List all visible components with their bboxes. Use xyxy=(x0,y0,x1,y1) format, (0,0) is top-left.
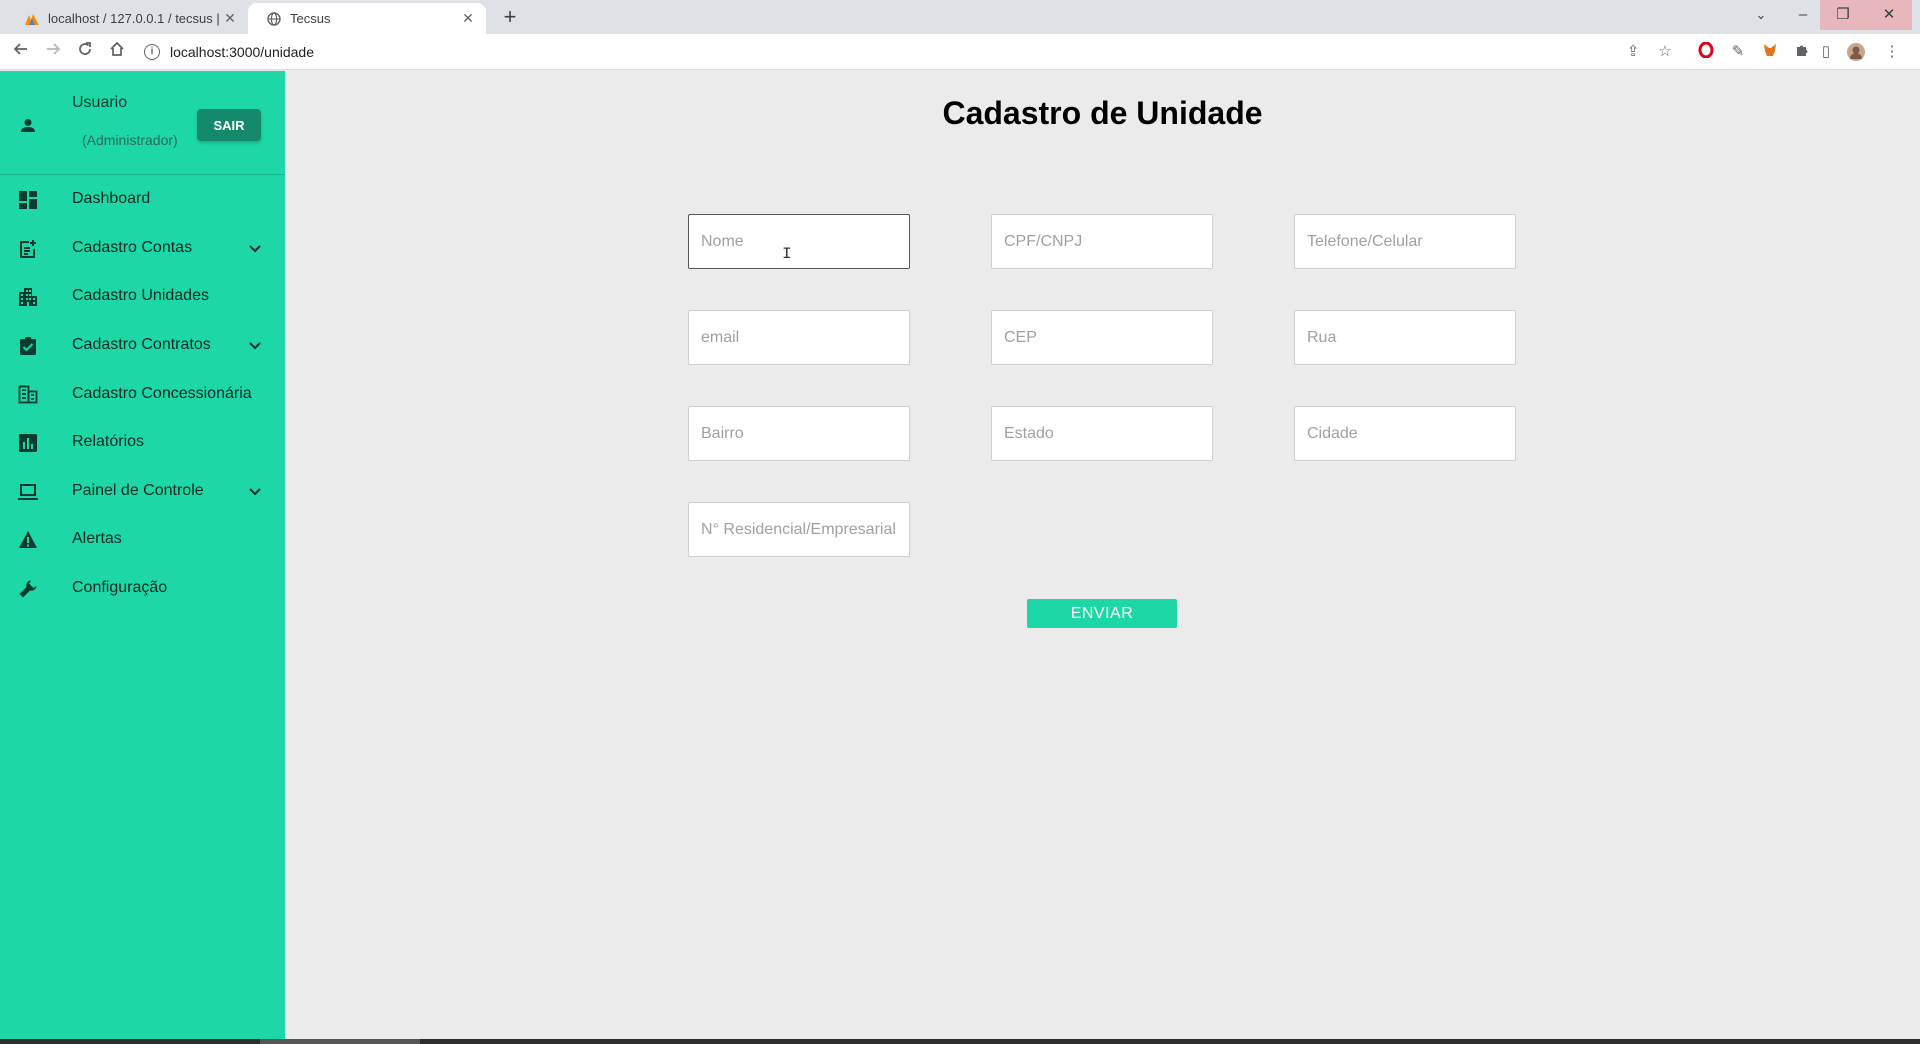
sidebar-item-dashboard[interactable]: Dashboard xyxy=(0,175,285,224)
sidebar-item-label: Configuração xyxy=(72,579,168,597)
cep-field[interactable] xyxy=(991,310,1213,365)
bairro-field[interactable] xyxy=(688,406,910,461)
telefone-field[interactable] xyxy=(1294,214,1516,269)
sidebar-item-label: Alertas xyxy=(72,530,122,548)
nome-field[interactable] xyxy=(688,214,910,269)
close-window-button[interactable]: ✕ xyxy=(1866,0,1912,30)
user-role: (Administrador) xyxy=(82,132,178,148)
estado-field[interactable] xyxy=(991,406,1213,461)
sidebar-menu: Dashboard Cadastro Contas Cadastro Unida… xyxy=(0,175,285,612)
sidebar-item-label: Cadastro Contas xyxy=(72,238,193,256)
tab-title: localhost / 127.0.0.1 / tecsus | phpMyAd… xyxy=(48,11,222,26)
sidebar: Usuario (Administrador) SAIR Dashboard C… xyxy=(0,71,285,1044)
user-panel: Usuario (Administrador) SAIR xyxy=(0,71,285,175)
page-title: Cadastro de Unidade xyxy=(942,95,1263,131)
restore-button[interactable]: ❐ xyxy=(1820,0,1866,30)
close-tab-icon[interactable]: ✕ xyxy=(460,10,476,27)
business-icon xyxy=(17,383,39,405)
site-info-icon[interactable]: i xyxy=(144,44,160,60)
new-tab-button[interactable]: + xyxy=(498,5,522,29)
wrench-icon xyxy=(17,578,39,600)
bar-chart-icon xyxy=(17,432,39,454)
logout-button[interactable]: SAIR xyxy=(197,109,261,141)
bookmark-star-icon[interactable]: ☆ xyxy=(1655,42,1675,62)
dashboard-icon xyxy=(17,189,39,211)
assignment-check-icon xyxy=(17,335,39,357)
apartment-icon xyxy=(17,286,39,308)
tab-search-icon[interactable]: ⌄ xyxy=(1738,0,1784,30)
phpmyadmin-icon xyxy=(24,11,40,27)
warning-icon xyxy=(17,529,39,551)
post-add-icon xyxy=(17,238,39,260)
sidebar-item-label: Relatórios xyxy=(72,433,145,451)
reload-icon[interactable] xyxy=(73,40,97,64)
url-text: localhost:3000/unidade xyxy=(170,44,315,60)
browser-tab-phpmyadmin[interactable]: localhost / 127.0.0.1 / tecsus | phpMyAd… xyxy=(6,3,248,34)
enviar-button[interactable]: ENVIAR xyxy=(1027,599,1177,628)
tab-title: Tecsus xyxy=(290,11,331,26)
chevron-down-icon[interactable] xyxy=(246,482,264,500)
browser-menu-icon[interactable]: ⋮ xyxy=(1882,42,1902,62)
share-icon[interactable]: ⇪ xyxy=(1623,42,1643,62)
numero-field[interactable] xyxy=(688,502,910,557)
cidade-field[interactable] xyxy=(1294,406,1516,461)
laptop-icon xyxy=(17,481,39,503)
sidebar-item-relatorios[interactable]: Relatórios xyxy=(0,418,285,467)
sidebar-item-configuracao[interactable]: Configuração xyxy=(0,564,285,613)
chevron-down-icon[interactable] xyxy=(246,336,264,354)
globe-icon xyxy=(266,11,282,27)
opera-extension-icon[interactable] xyxy=(1696,41,1716,62)
sidebar-item-cadastro-contratos[interactable]: Cadastro Contratos xyxy=(0,321,285,370)
sidebar-item-label: Cadastro Concessionária xyxy=(72,384,252,402)
user-name: Usuario xyxy=(72,94,128,111)
sidebar-item-alertas[interactable]: Alertas xyxy=(0,515,285,564)
browser-toolbar: i localhost:3000/unidade ⇪ ☆ ✎ ▯ ⋮ xyxy=(0,34,1920,70)
sidebar-item-cadastro-unidades[interactable]: Cadastro Unidades xyxy=(0,272,285,321)
home-icon[interactable] xyxy=(105,40,129,64)
reading-list-icon[interactable]: ▯ xyxy=(1816,42,1836,62)
chevron-down-icon[interactable] xyxy=(246,239,264,257)
profile-avatar[interactable] xyxy=(1846,42,1866,62)
sidebar-item-painel-de-controle[interactable]: Painel de Controle xyxy=(0,467,285,516)
bottom-scrollbar[interactable] xyxy=(0,1039,1920,1044)
sidebar-item-label: Dashboard xyxy=(72,190,151,208)
email-field[interactable] xyxy=(688,310,910,365)
scrollbar-thumb[interactable] xyxy=(260,1039,420,1044)
metamask-extension-icon[interactable] xyxy=(1760,42,1780,62)
text-cursor-icon: I xyxy=(782,245,792,263)
sidebar-item-label: Cadastro Contratos xyxy=(72,336,211,354)
eyedropper-extension-icon[interactable]: ✎ xyxy=(1728,42,1748,62)
sidebar-item-cadastro-contas[interactable]: Cadastro Contas xyxy=(0,224,285,273)
sidebar-item-label: Cadastro Unidades xyxy=(72,287,209,305)
extensions-puzzle-icon[interactable] xyxy=(1792,42,1812,62)
sidebar-item-cadastro-concessionaria[interactable]: Cadastro Concessionária xyxy=(0,369,285,418)
forward-icon[interactable] xyxy=(41,40,65,64)
cpf-cnpj-field[interactable] xyxy=(991,214,1213,269)
close-tab-icon[interactable]: ✕ xyxy=(222,10,238,27)
sidebar-item-label: Painel de Controle xyxy=(72,481,204,499)
address-bar[interactable]: i localhost:3000/unidade xyxy=(144,38,1664,66)
browser-tabstrip: localhost / 127.0.0.1 / tecsus | phpMyAd… xyxy=(0,0,1920,34)
back-icon[interactable] xyxy=(9,40,33,64)
main-content: Cadastro de Unidade ENVIAR I xyxy=(285,71,1920,1044)
browser-tab-tecsus[interactable]: Tecsus ✕ xyxy=(248,3,486,34)
person-icon xyxy=(18,116,38,136)
rua-field[interactable] xyxy=(1294,310,1516,365)
